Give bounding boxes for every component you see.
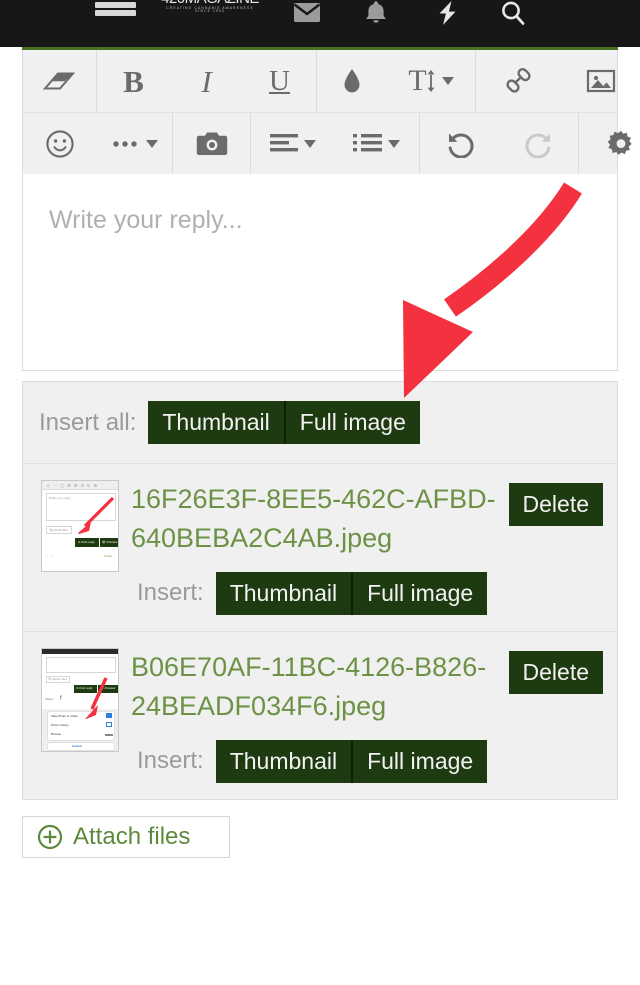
bell-icon[interactable] <box>361 0 391 28</box>
attachment-insert-row: Insert: Thumbnail Full image <box>131 572 603 615</box>
underline-icon[interactable]: U <box>243 50 316 112</box>
smilies-icon[interactable] <box>23 113 96 174</box>
thumbnail-mock-art: 📎 Attach files ➥ Post reply 👁 Preview Sh… <box>42 649 118 751</box>
attachment-insert-button-group: Thumbnail Full image <box>216 572 488 615</box>
toolbar-group-extras <box>23 113 173 174</box>
chevron-down-icon[interactable] <box>442 77 454 85</box>
insert-label: Insert: <box>137 579 204 607</box>
insert-label: Insert: <box>137 747 204 775</box>
toolbar-group-basic: B I U <box>97 50 317 112</box>
undo-icon[interactable] <box>420 113 499 174</box>
editor-region: B I U T Write your reply... Insert all: … <box>0 47 640 800</box>
toolbar-group-media <box>173 113 251 174</box>
toolbar-group-settings <box>579 113 640 174</box>
attachment-insert-button-group: Thumbnail Full image <box>216 740 488 783</box>
insert-full-image-button[interactable]: Full image <box>351 740 487 783</box>
search-icon[interactable] <box>498 0 528 28</box>
toolbar-group-paragraph <box>251 113 420 174</box>
redo-icon[interactable] <box>499 113 578 174</box>
insert-all-button-group: Thumbnail Full image <box>148 401 420 444</box>
paperclip-icon <box>37 824 63 850</box>
attachment-insert-row: Insert: Thumbnail Full image <box>131 740 603 783</box>
insert-thumbnail-button[interactable]: Thumbnail <box>216 740 351 783</box>
align-icon[interactable] <box>251 113 334 174</box>
editor-toolbar: B I U T <box>22 50 618 174</box>
toolbar-row-1: B I U T <box>23 50 617 112</box>
reply-placeholder: Write your reply... <box>49 206 591 235</box>
text-color-icon[interactable] <box>317 50 387 112</box>
chevron-down-icon[interactable] <box>388 140 400 148</box>
logo-tagline: CREATING CANNABIS AWARENESS SINCE 1993 <box>160 7 260 14</box>
site-header: 420MAGAZINE CREATING CANNABIS AWARENESS … <box>0 0 640 47</box>
reply-textarea[interactable]: Write your reply... <box>22 174 618 371</box>
image-icon[interactable] <box>559 50 640 112</box>
attachment-row: ☺ ⋯ ▢ ☰ ☰ ↺ ↻ ⚙ Write your reply... 📎 At… <box>23 464 617 632</box>
attachment-thumbnail[interactable]: ☺ ⋯ ▢ ☰ ☰ ↺ ↻ ⚙ Write your reply... 📎 At… <box>41 480 119 615</box>
attachment-details: B06E70AF-11BC-4126-B826-24BEADF034F6.jpe… <box>131 648 603 783</box>
bold-glyph: B <box>123 66 144 97</box>
bold-icon[interactable]: B <box>97 50 170 112</box>
settings-icon[interactable] <box>579 113 640 174</box>
hamburger-icon[interactable] <box>95 0 136 16</box>
camera-icon[interactable] <box>173 113 250 174</box>
toolbar-group-text-style: T <box>317 50 476 112</box>
attach-files-button[interactable]: Attach files <box>22 816 230 858</box>
attachment-header: B06E70AF-11BC-4126-B826-24BEADF034F6.jpe… <box>131 648 603 726</box>
remove-formatting-icon[interactable] <box>23 50 96 112</box>
italic-glyph: I <box>201 66 211 97</box>
attach-files-label: Attach files <box>73 823 190 851</box>
toolbar-group-insert <box>476 50 640 112</box>
attachment-thumbnail[interactable]: 📎 Attach files ➥ Post reply 👁 Preview Sh… <box>41 648 119 783</box>
attachments-panel: Insert all: Thumbnail Full image ☺ ⋯ ▢ ☰… <box>22 381 618 800</box>
insert-thumbnail-button[interactable]: Thumbnail <box>216 572 351 615</box>
more-options-icon[interactable] <box>96 113 172 174</box>
toolbar-group-history <box>420 113 579 174</box>
thumbnail-image[interactable]: 📎 Attach files ➥ Post reply 👁 Preview Sh… <box>41 648 119 752</box>
list-icon[interactable] <box>334 113 419 174</box>
link-icon[interactable] <box>476 50 559 112</box>
insert-all-row: Insert all: Thumbnail Full image <box>23 382 617 464</box>
insert-all-full-image-button[interactable]: Full image <box>284 401 420 444</box>
toolbar-row-2 <box>23 112 617 174</box>
attachment-row: 📎 Attach files ➥ Post reply 👁 Preview Sh… <box>23 632 617 799</box>
insert-all-thumbnail-button[interactable]: Thumbnail <box>148 401 283 444</box>
thumbnail-mock-art: ☺ ⋯ ▢ ☰ ☰ ↺ ↻ ⚙ Write your reply... 📎 At… <box>42 481 118 571</box>
mail-icon[interactable] <box>292 0 322 28</box>
attachment-filename[interactable]: B06E70AF-11BC-4126-B826-24BEADF034F6.jpe… <box>131 648 499 726</box>
bolt-icon[interactable] <box>432 0 462 28</box>
font-size-icon[interactable]: T <box>387 50 475 112</box>
site-logo[interactable]: 420MAGAZINE CREATING CANNABIS AWARENESS … <box>160 0 260 13</box>
attachment-filename[interactable]: 16F26E3F-8EE5-462C-AFBD-640BEBA2C4AB.jpe… <box>131 480 499 558</box>
attachment-details: 16F26E3F-8EE5-462C-AFBD-640BEBA2C4AB.jpe… <box>131 480 603 615</box>
thumbnail-image[interactable]: ☺ ⋯ ▢ ☰ ☰ ↺ ↻ ⚙ Write your reply... 📎 At… <box>41 480 119 572</box>
insert-all-label: Insert all: <box>39 409 136 437</box>
insert-full-image-button[interactable]: Full image <box>351 572 487 615</box>
chevron-down-icon[interactable] <box>304 140 316 148</box>
attachment-header: 16F26E3F-8EE5-462C-AFBD-640BEBA2C4AB.jpe… <box>131 480 603 558</box>
footer-actions: Attach files <box>0 816 640 858</box>
italic-icon[interactable]: I <box>170 50 243 112</box>
attachment-delete-button[interactable]: Delete <box>509 651 603 694</box>
toolbar-group-format-clear <box>23 50 97 112</box>
attachment-delete-button[interactable]: Delete <box>509 483 603 526</box>
chevron-down-icon[interactable] <box>146 140 158 148</box>
underline-glyph: U <box>269 67 290 96</box>
